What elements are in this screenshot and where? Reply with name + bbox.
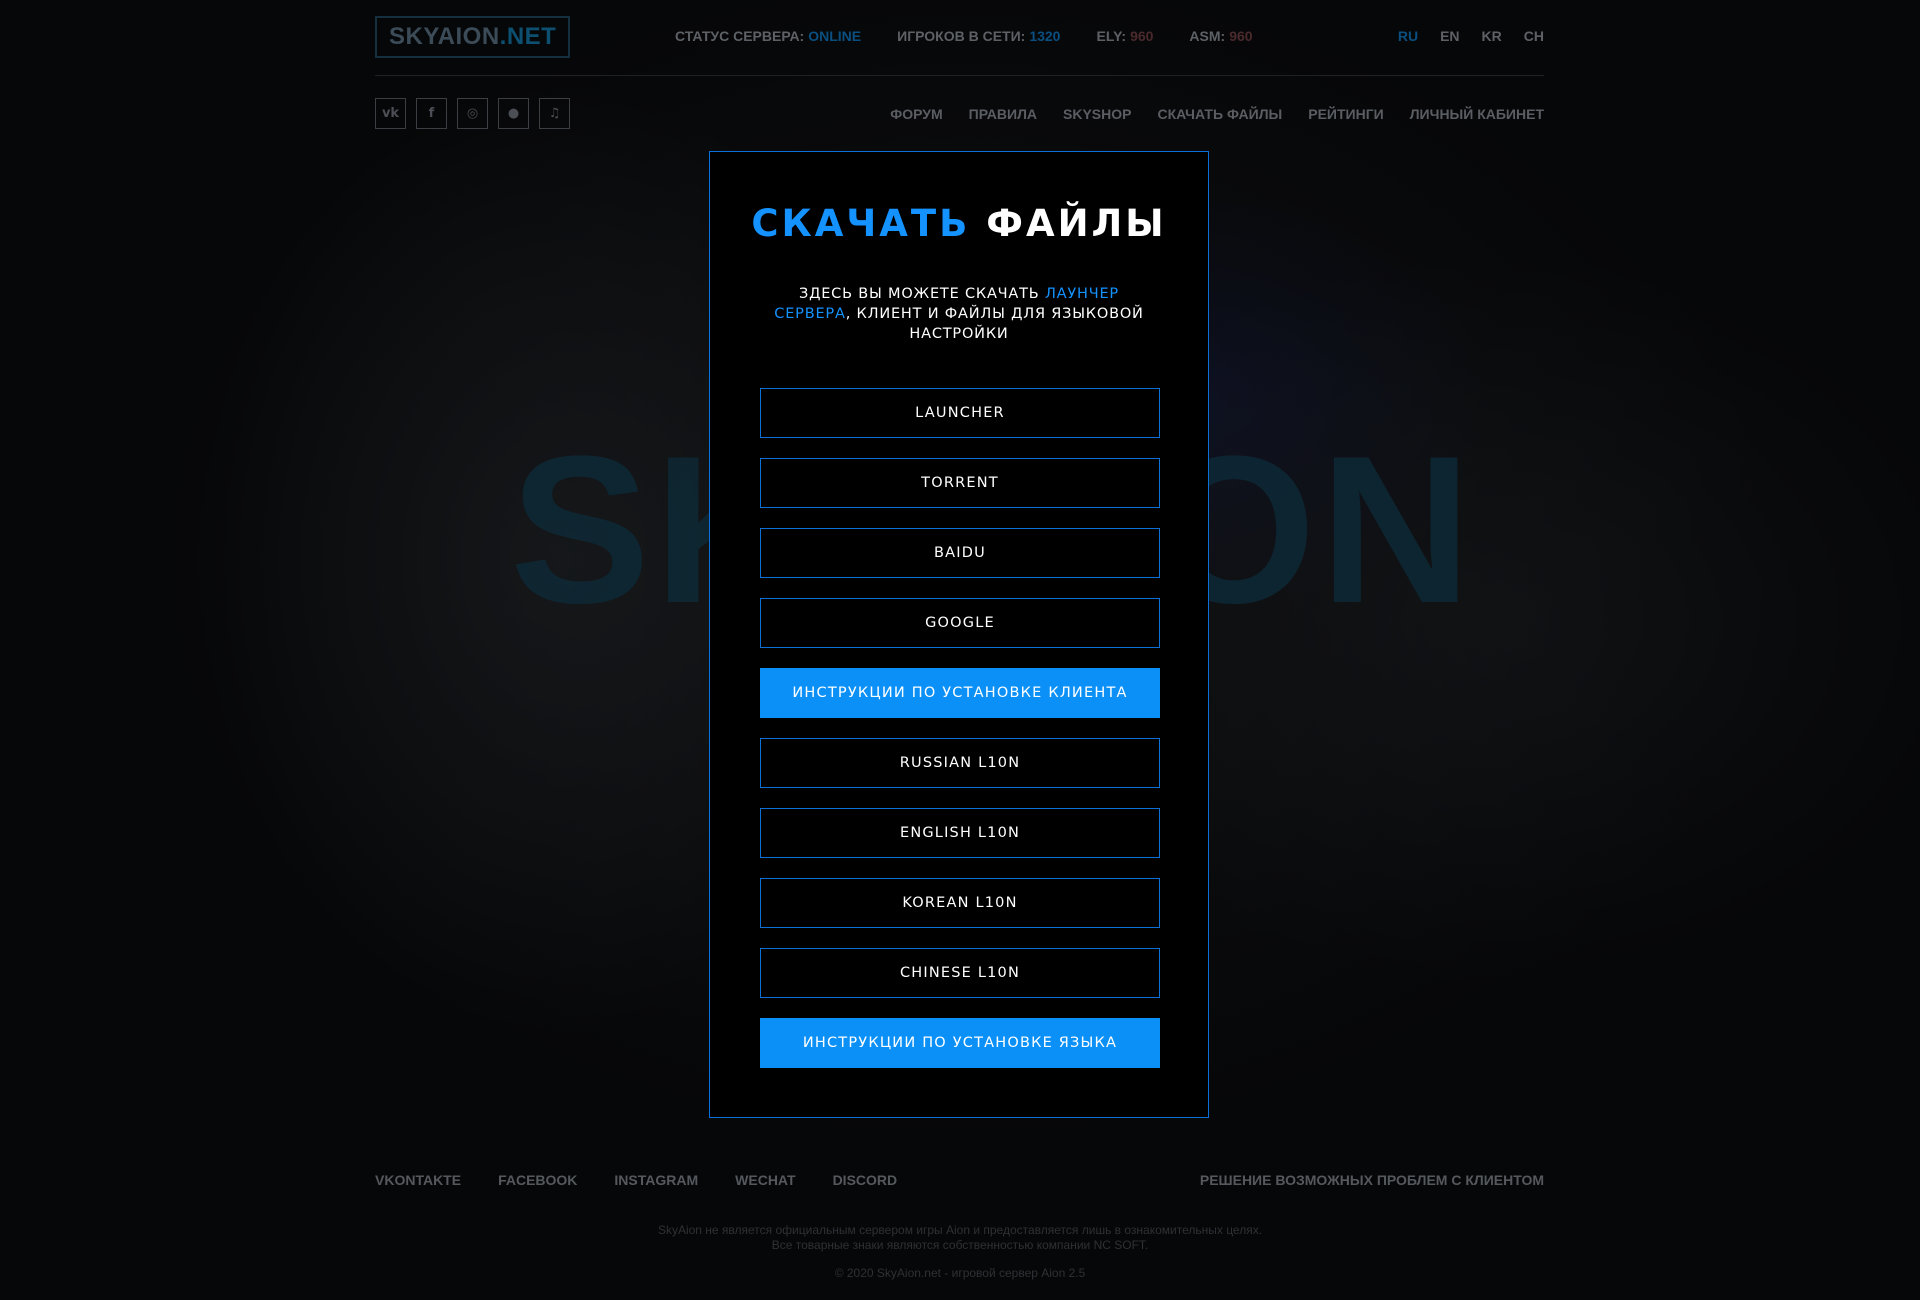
footer-links: VKONTAKTE FACEBOOK INSTAGRAM WECHAT DISC…	[375, 1172, 1544, 1192]
modal-title: СКАЧАТЬ ФАЙЛЫ	[751, 202, 1167, 245]
lang-kr[interactable]: KR	[1482, 28, 1502, 44]
russian-l10n-button[interactable]: RUSSIAN L10N	[760, 738, 1160, 788]
chinese-l10n-button[interactable]: CHINESE L10N	[760, 948, 1160, 998]
nav-forum[interactable]: ФОРУМ	[890, 106, 942, 122]
sub-bar: vk f ◎ ● ♫ ФОРУМ ПРАВИЛА SKYSHOP СКАЧАТЬ…	[375, 98, 1544, 130]
stat-players: ИГРОКОВ В СЕТИ: 1320	[897, 28, 1061, 44]
lang-en[interactable]: EN	[1440, 28, 1459, 44]
nav-account[interactable]: ЛИЧНЫЙ КАБИНЕТ	[1410, 106, 1544, 122]
top-bar: SKYAION.NET СТАТУС СЕРВЕРА: ONLINE ИГРОКО…	[375, 16, 1544, 76]
nav-ratings[interactable]: РЕЙТИНГИ	[1308, 106, 1383, 122]
stat-asm: ASM: 960	[1189, 28, 1253, 44]
language-switcher: RU EN KR CH	[1398, 28, 1544, 44]
modal-description: ЗДЕСЬ ВЫ МОЖЕТЕ СКАЧАТЬ ЛАУНЧЕР СЕРВЕРА,…	[774, 286, 1144, 342]
english-l10n-button[interactable]: ENGLISH L10N	[760, 808, 1160, 858]
lang-ru[interactable]: RU	[1398, 28, 1418, 44]
google-button[interactable]: GOOGLE	[760, 598, 1160, 648]
footer-troubleshooting-link[interactable]: РЕШЕНИЕ ВОЗМОЖНЫХ ПРОБЛЕМ С КЛИЕНТОМ	[1200, 1172, 1544, 1188]
footer-link-facebook[interactable]: FACEBOOK	[498, 1172, 577, 1188]
stat-ely: ELY: 960	[1096, 28, 1154, 44]
nav-download[interactable]: СКАЧАТЬ ФАЙЛЫ	[1157, 106, 1282, 122]
social-icons: vk f ◎ ● ♫	[375, 98, 570, 129]
footer-social-links: VKONTAKTE FACEBOOK INSTAGRAM WECHAT DISC…	[375, 1172, 897, 1188]
client-install-instructions-button[interactable]: ИНСТРУКЦИИ ПО УСТАНОВКЕ КЛИЕНТА	[760, 668, 1160, 718]
lang-ch[interactable]: CH	[1524, 28, 1544, 44]
footer-copyright: © 2020 SkyAion.net - игровой сервер Aion…	[834, 1266, 1086, 1280]
nav-skyshop[interactable]: SKYSHOP	[1063, 106, 1131, 122]
torrent-button[interactable]: TORRENT	[760, 458, 1160, 508]
baidu-button[interactable]: BAIDU	[760, 528, 1160, 578]
site-logo[interactable]: SKYAION.NET	[375, 16, 570, 58]
download-modal: СКАЧАТЬ ФАЙЛЫ ЗДЕСЬ ВЫ МОЖЕТЕ СКАЧАТЬ ЛА…	[709, 151, 1209, 1118]
launcher-button[interactable]: LAUNCHER	[760, 388, 1160, 438]
footer-link-vkontakte[interactable]: VKONTAKTE	[375, 1172, 461, 1188]
korean-l10n-button[interactable]: KOREAN L10N	[760, 878, 1160, 928]
footer-link-instagram[interactable]: INSTAGRAM	[614, 1172, 698, 1188]
language-install-instructions-button[interactable]: ИНСТРУКЦИИ ПО УСТАНОВКЕ ЯЗЫКА	[760, 1018, 1160, 1068]
stat-status: СТАТУС СЕРВЕРА: ONLINE	[675, 28, 862, 44]
facebook-icon[interactable]: f	[416, 98, 447, 129]
instagram-icon[interactable]: ◎	[457, 98, 488, 129]
footer-link-wechat[interactable]: WECHAT	[735, 1172, 795, 1188]
nav-rules[interactable]: ПРАВИЛА	[969, 106, 1037, 122]
footer-disclaimer: SkyAion не является официальным сервером…	[657, 1223, 1263, 1252]
server-stats: СТАТУС СЕРВЕРА: ONLINE ИГРОКОВ В СЕТИ: 132…	[675, 28, 1253, 48]
discord-icon[interactable]: ♫	[539, 98, 570, 129]
wechat-icon[interactable]: ●	[498, 98, 529, 129]
vk-icon[interactable]: vk	[375, 98, 406, 129]
footer-link-discord[interactable]: DISCORD	[833, 1172, 898, 1188]
main-nav: ФОРУМ ПРАВИЛА SKYSHOP СКАЧАТЬ ФАЙЛЫ РЕЙТ…	[890, 106, 1544, 122]
